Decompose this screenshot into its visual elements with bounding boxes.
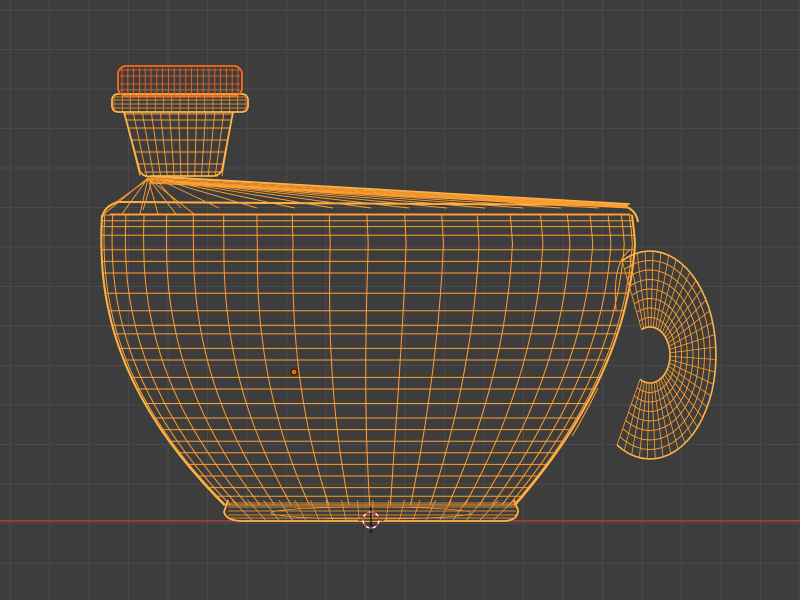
viewport-canvas[interactable] [0, 0, 800, 600]
cup-handle-wireframe[interactable] [571, 249, 717, 460]
teacup-wireframe-mesh[interactable] [100, 65, 717, 522]
3d-viewport[interactable] [0, 0, 800, 600]
spout-cap-wireframe[interactable] [111, 65, 249, 178]
cup-body-wireframe[interactable] [100, 175, 639, 506]
object-origin-point[interactable] [290, 368, 298, 376]
